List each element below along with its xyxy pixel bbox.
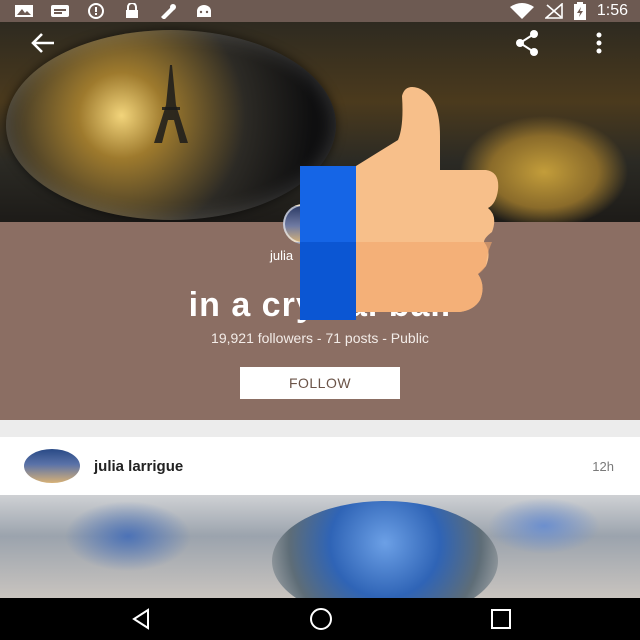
back-arrow-icon[interactable] [28,28,58,58]
thumbs-up-icon [300,87,499,320]
post-author[interactable]: julia larrigue [94,458,183,475]
navigation-bar [0,598,640,640]
android-icon [197,5,211,17]
alert-icon [88,3,104,19]
nav-home-icon[interactable] [306,604,336,634]
nav-back-icon[interactable] [126,604,156,634]
message-icon [51,5,69,17]
crystal-ball-photo [6,30,336,220]
nav-recents-icon[interactable] [486,604,516,634]
post-time: 12h [592,459,614,474]
collection-stats: 19,921 followers - 71 posts - Public [211,330,429,346]
follow-button[interactable]: FOLLOW [240,367,400,399]
status-right-icons: 1:56 [509,2,628,20]
photos-icon [15,5,33,17]
signal-icon [544,3,563,19]
status-left-icons [14,3,214,19]
battery-icon [573,2,586,20]
tools-icon [161,4,176,19]
status-bar: 1:56 [0,0,640,22]
more-vertical-icon[interactable] [592,28,606,58]
post-image[interactable] [0,495,640,598]
lock-icon [126,3,138,18]
wifi-icon [509,3,534,19]
status-time: 1:56 [596,2,628,19]
eiffel-tower-icon [154,65,188,143]
author-avatar[interactable] [24,449,80,483]
post-card-header[interactable]: julia larrigue 12h [0,437,640,495]
glass-ball-photo [272,501,498,598]
share-icon[interactable] [512,28,542,58]
